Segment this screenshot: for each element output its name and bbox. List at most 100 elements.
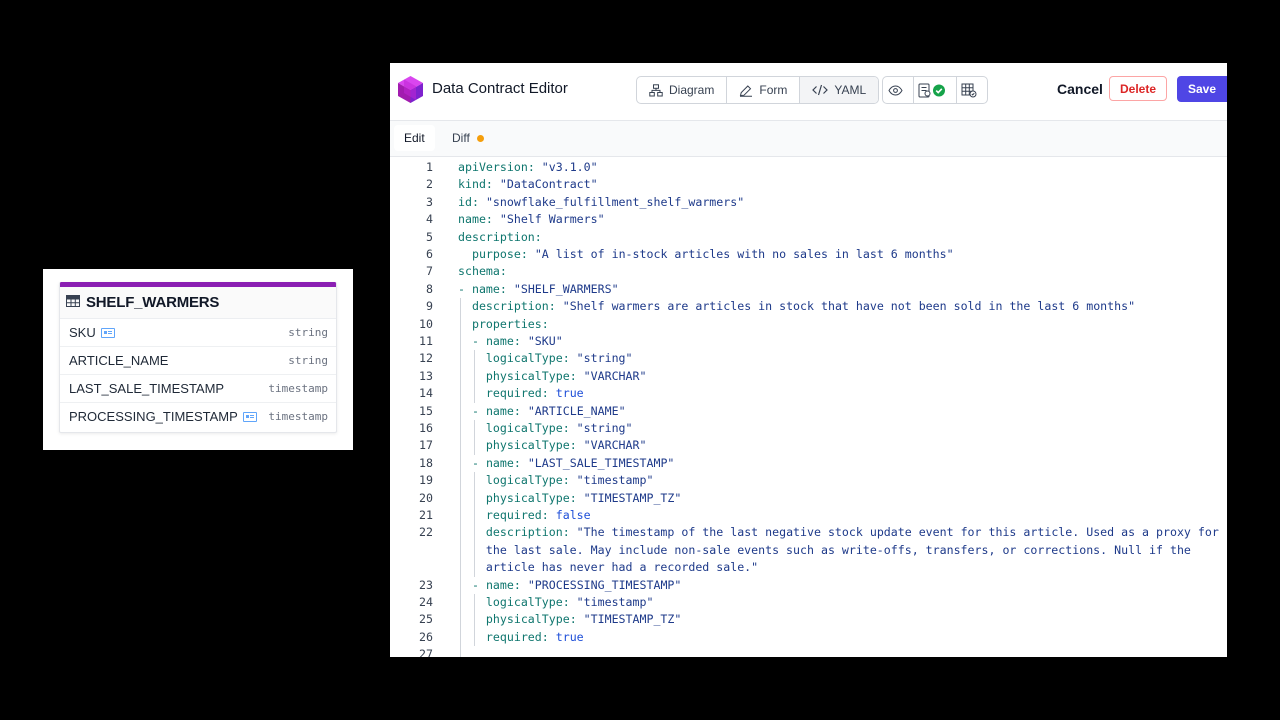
line-number: 13 <box>419 368 433 383</box>
unsaved-changes-dot <box>476 134 484 142</box>
yaml-key: id <box>458 194 472 209</box>
tools-group <box>882 76 988 104</box>
table-name: SHELF_WARMERS <box>86 294 220 311</box>
field-name-text: SKU <box>69 325 96 340</box>
code-text: - name: "ARTICLE_NAME" <box>458 403 626 420</box>
code-line: 9 description: "Shelf warmers are articl… <box>390 298 1227 315</box>
code-line: 3 id: "snowflake_fulfillment_shelf_warmer… <box>390 194 1227 211</box>
line-number: 2 <box>426 177 433 192</box>
yaml-key: logicalType <box>485 595 563 609</box>
line-number: 17 <box>419 438 433 453</box>
yaml-colon: : <box>541 316 549 331</box>
test-button[interactable] <box>957 77 987 103</box>
yaml-value: "timestamp" <box>576 473 654 488</box>
yaml-value: "Shelf warmers are articles in stock tha… <box>562 299 1136 314</box>
yaml-colon: : <box>527 160 535 174</box>
line-number: 11 <box>419 334 433 348</box>
yaml-key: physicalType <box>485 490 570 505</box>
line-number: 19 <box>419 473 433 488</box>
yaml-colon: : <box>541 386 549 401</box>
line-number: 10 <box>419 316 433 331</box>
field-row[interactable]: PROCESSING_TIMESTAMP timestamp <box>60 403 336 430</box>
save-button[interactable]: Save <box>1177 76 1227 102</box>
code-text: required: true <box>458 385 584 402</box>
code-icon <box>812 84 829 96</box>
code-line: 23 - name: "PROCESSING_TIMESTAMP" <box>390 577 1227 594</box>
indent-guide <box>474 350 475 403</box>
yaml-dash: - <box>471 455 486 470</box>
code-text: description: <box>458 229 542 246</box>
delete-button[interactable]: Delete <box>1109 76 1167 101</box>
view-switcher: Diagram Form YAML <box>636 76 880 104</box>
yaml-key: physicalType <box>485 612 570 627</box>
yaml-colon: : <box>499 264 507 279</box>
yaml-key: apiVersion <box>458 160 528 174</box>
yaml-colon: : <box>485 212 493 227</box>
line-number: 16 <box>419 421 433 435</box>
yaml-value-continued: the last sale. May include non-sale even… <box>458 542 1191 557</box>
yaml-colon: : <box>520 247 528 261</box>
table-icon <box>66 294 80 312</box>
code-text: physicalType: "TIMESTAMP_TZ" <box>458 611 681 628</box>
form-view-label: Form <box>759 83 788 97</box>
cancel-button[interactable]: Cancel <box>1057 81 1103 97</box>
tab-diff[interactable]: Diff <box>442 125 494 151</box>
code-text: physicalType: "TIMESTAMP_TZ" <box>458 490 681 507</box>
yaml-colon: : <box>541 508 549 522</box>
field-row[interactable]: SKU string <box>60 319 336 347</box>
line-number: 7 <box>426 264 433 279</box>
id-card-icon <box>242 411 257 422</box>
yaml-key: properties <box>471 316 542 331</box>
yaml-value: "SHELF_WARMERS" <box>513 281 619 296</box>
code-text: - name: "SKU" <box>458 333 563 350</box>
line-number: 3 <box>426 194 433 209</box>
yaml-dash: - <box>471 334 486 348</box>
field-row[interactable]: ARTICLE_NAME string <box>60 347 336 375</box>
code-line: 20 physicalType: "TIMESTAMP_TZ" <box>390 490 1227 507</box>
code-text: required: true <box>458 629 584 646</box>
validate-button[interactable] <box>914 77 957 103</box>
yaml-colon: : <box>569 490 577 505</box>
yaml-dash: - <box>471 403 486 418</box>
field-name: LAST_SALE_TIMESTAMP <box>69 381 224 396</box>
table-card[interactable]: SHELF_WARMERS SKU string ARTICLE_NAME strin… <box>59 282 337 433</box>
yaml-value: "timestamp" <box>576 595 654 609</box>
field-name: SKU <box>69 325 115 340</box>
code-line: 12 logicalType: "string" <box>390 350 1227 367</box>
code-line: 11 - name: "SKU" <box>390 333 1227 350</box>
code-text: logicalType: "string" <box>458 350 633 367</box>
yaml-colon: : <box>562 421 570 435</box>
tab-edit-label: Edit <box>404 131 425 145</box>
field-row[interactable]: LAST_SALE_TIMESTAMP timestamp <box>60 375 336 403</box>
code-text: physicalType: "VARCHAR" <box>458 368 647 385</box>
code-line: 1 apiVersion: "v3.1.0" <box>390 159 1227 176</box>
code-text: physicalType: "VARCHAR" <box>458 437 647 454</box>
yaml-value: "string" <box>576 351 633 366</box>
code-line: 22 description: "The timestamp of the la… <box>390 524 1227 541</box>
yaml-key: purpose <box>471 247 521 261</box>
code-line: 25 physicalType: "TIMESTAMP_TZ" <box>390 611 1227 628</box>
code-text: description: "The timestamp of the last … <box>458 524 1219 541</box>
code-text: required: false <box>458 507 591 524</box>
line-number: 8 <box>426 281 433 296</box>
yaml-colon: : <box>471 194 479 209</box>
form-view-button[interactable]: Form <box>727 77 801 103</box>
yaml-key: required <box>485 629 542 644</box>
yaml-value: "The timestamp of the last negative stoc… <box>576 525 1219 540</box>
yaml-key: description <box>485 525 563 540</box>
code-line: 13 physicalType: "VARCHAR" <box>390 368 1227 385</box>
yaml-value: "Shelf Warmers" <box>499 212 605 227</box>
app-logo-icon <box>398 76 423 103</box>
table-card-header: SHELF_WARMERS <box>60 287 336 319</box>
yaml-value: "string" <box>576 421 633 435</box>
code-text: logicalType: "string" <box>458 420 633 437</box>
code-line: 7 schema: <box>390 263 1227 280</box>
yaml-code-editor[interactable]: 1 apiVersion: "v3.1.0" 2 kind: "DataContrac… <box>390 157 1227 657</box>
yaml-view-button[interactable]: YAML <box>800 77 879 103</box>
yaml-key: name <box>485 455 514 470</box>
preview-button[interactable] <box>883 77 914 103</box>
yaml-value: "VARCHAR" <box>583 438 647 453</box>
tab-edit[interactable]: Edit <box>394 125 435 151</box>
field-type: string <box>288 354 328 367</box>
diagram-view-button[interactable]: Diagram <box>637 77 728 103</box>
